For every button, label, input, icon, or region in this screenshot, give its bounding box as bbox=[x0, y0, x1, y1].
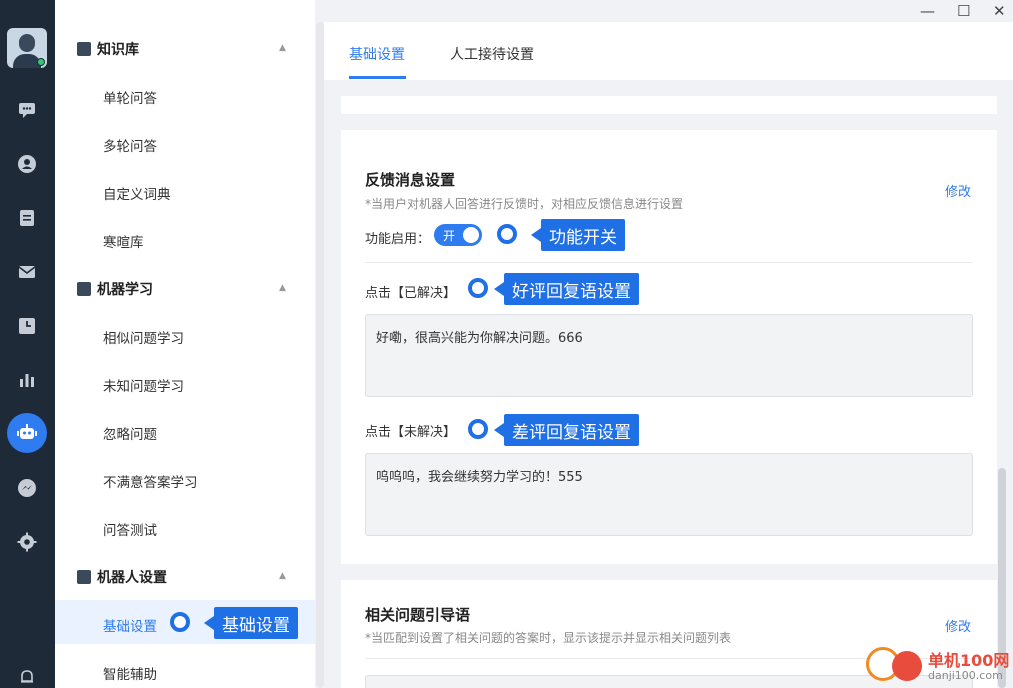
collapse-caret-icon[interactable]: ▲ bbox=[279, 283, 286, 293]
watermark-text: 单机100网 bbox=[928, 651, 1010, 670]
nav-scrollbar[interactable] bbox=[316, 22, 324, 688]
nav-group-robot-settings[interactable]: 机器人设置 bbox=[77, 567, 167, 587]
collapse-caret-icon[interactable]: ▲ bbox=[279, 571, 286, 581]
nav-group-knowledge[interactable]: 知识库 bbox=[77, 39, 139, 59]
doc-icon[interactable] bbox=[16, 207, 38, 229]
online-status-dot bbox=[37, 58, 45, 66]
callout-basic-settings: 基础设置 bbox=[204, 607, 298, 639]
nav-item-custom-dict[interactable]: 自定义词典 bbox=[103, 183, 171, 203]
tab-bar: 基础设置 人工接待设置 bbox=[324, 22, 1013, 80]
feedback-settings-card: 反馈消息设置 *当用户对机器人回答进行反馈时，对相应反馈信息进行设置 修改 功能… bbox=[341, 130, 997, 564]
nav-item-greeting-lib[interactable]: 寒暄库 bbox=[103, 231, 144, 251]
tab-indicator bbox=[349, 76, 406, 79]
robot-settings-icon bbox=[77, 570, 91, 584]
nav-item-unsatisfied[interactable]: 不满意答案学习 bbox=[103, 471, 198, 491]
close-icon[interactable]: ✕ bbox=[993, 2, 1006, 20]
section-desc: *当用户对机器人回答进行反馈时，对相应反馈信息进行设置 bbox=[365, 197, 684, 211]
nav-item-basic-settings[interactable]: 基础设置 bbox=[103, 615, 157, 635]
nav-item-multi-qa[interactable]: 多轮问答 bbox=[103, 135, 157, 155]
callout-bad-reply: 差评回复语设置 bbox=[494, 414, 639, 446]
feature-toggle[interactable]: 开 bbox=[434, 224, 482, 246]
tab-basic-settings[interactable]: 基础设置 bbox=[349, 44, 405, 64]
app-rail bbox=[0, 0, 55, 688]
robot-icon[interactable] bbox=[16, 422, 38, 444]
nav-item-ignore[interactable]: 忽略问题 bbox=[103, 423, 157, 443]
callout-switch: 功能开关 bbox=[531, 219, 625, 251]
nav-group-label: 知识库 bbox=[97, 42, 139, 58]
nav-item-smart-assist[interactable]: 智能辅助 bbox=[103, 663, 157, 683]
chat-icon[interactable] bbox=[16, 99, 38, 121]
callout-marker bbox=[468, 278, 488, 298]
clock-icon[interactable] bbox=[16, 315, 38, 337]
enable-label: 功能启用： bbox=[365, 232, 431, 247]
contact-icon[interactable] bbox=[16, 153, 38, 175]
maximize-icon[interactable]: ☐ bbox=[957, 2, 970, 20]
watermark-url: danji100.com bbox=[928, 669, 1003, 682]
avatar[interactable] bbox=[7, 28, 47, 68]
watermark-logo-icon bbox=[892, 651, 922, 681]
nav-item-similar[interactable]: 相似问题学习 bbox=[103, 327, 184, 347]
tab-manual-reception[interactable]: 人工接待设置 bbox=[450, 44, 534, 64]
nav-item-unknown[interactable]: 未知问题学习 bbox=[103, 375, 184, 395]
toggle-label: 开 bbox=[443, 229, 456, 243]
unresolved-label: 点击【未解决】 bbox=[365, 425, 457, 440]
edit-link[interactable]: 修改 bbox=[945, 616, 971, 635]
nav-group-ml[interactable]: 机器学习 bbox=[77, 279, 153, 299]
chart-icon[interactable] bbox=[16, 369, 38, 391]
unresolved-reply-input[interactable]: 呜呜呜，我会继续努力学习的！555 bbox=[365, 453, 973, 536]
bell-icon[interactable] bbox=[16, 666, 38, 688]
previous-card bbox=[341, 96, 997, 114]
edit-link[interactable]: 修改 bbox=[945, 181, 971, 200]
nav-item-qa-test[interactable]: 问答测试 bbox=[103, 519, 157, 539]
callout-marker bbox=[468, 419, 488, 439]
ml-icon bbox=[77, 282, 91, 296]
nav-item-single-qa[interactable]: 单轮问答 bbox=[103, 87, 157, 107]
minimize-icon[interactable]: — bbox=[920, 2, 935, 20]
callout-marker bbox=[497, 224, 517, 244]
toggle-knob bbox=[463, 227, 479, 243]
section-title: 相关问题引导语 bbox=[365, 606, 471, 624]
book-icon bbox=[77, 42, 91, 56]
section-title: 反馈消息设置 bbox=[365, 171, 456, 189]
gear-icon[interactable] bbox=[16, 531, 38, 553]
messenger-icon[interactable] bbox=[16, 477, 38, 499]
collapse-caret-icon[interactable]: ▲ bbox=[279, 43, 286, 53]
mail-icon[interactable] bbox=[16, 261, 38, 283]
callout-good-reply: 好评回复语设置 bbox=[494, 273, 639, 305]
resolved-reply-input[interactable]: 好嘞，很高兴能为你解决问题。666 bbox=[365, 314, 973, 397]
resolved-label: 点击【已解决】 bbox=[365, 286, 457, 301]
watermark: 单机100网 danji100.com bbox=[862, 645, 1012, 688]
nav-group-label: 机器人设置 bbox=[97, 570, 167, 586]
settings-nav: 知识库 ▲ 单轮问答 多轮问答 自定义词典 寒暄库 机器学习 ▲ 相似问题学习 … bbox=[55, 0, 315, 688]
divider bbox=[365, 262, 973, 263]
nav-group-label: 机器学习 bbox=[97, 282, 153, 298]
callout-marker bbox=[170, 612, 190, 632]
section-desc: *当匹配到设置了相关问题的答案时，显示该提示并显示相关问题列表 bbox=[365, 631, 732, 645]
